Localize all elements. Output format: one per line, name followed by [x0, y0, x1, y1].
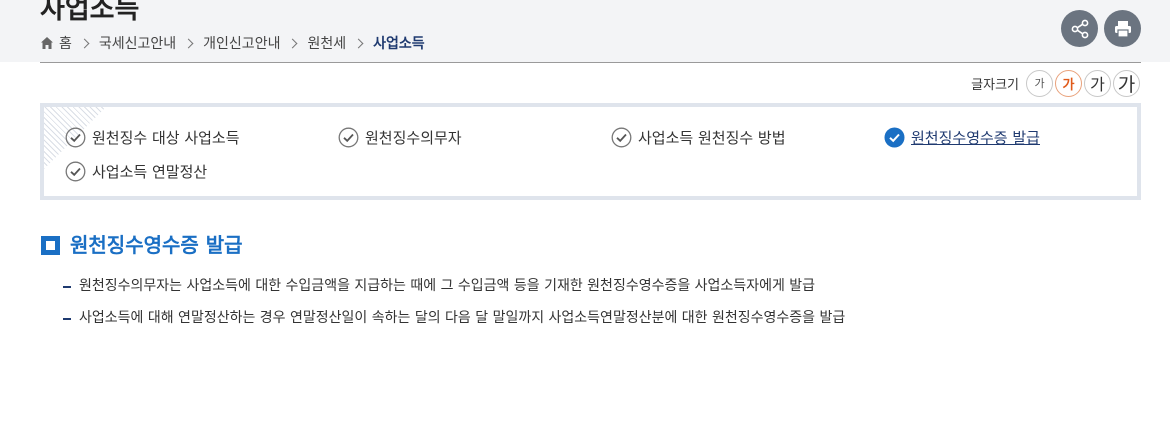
check-circle-icon [65, 161, 86, 182]
breadcrumb-item-personal-guide[interactable]: 개인신고안내 [203, 33, 280, 53]
print-icon [1114, 20, 1131, 38]
font-size-control: 글자크기 가 가 가 가 [971, 69, 1140, 97]
square-bullet-icon [41, 235, 60, 255]
breadcrumb: 홈 국세신고안내 개인신고안내 원천세 사업소득 [40, 33, 425, 53]
chevron-right-icon [79, 38, 90, 48]
chevron-right-icon [183, 38, 194, 48]
toc-item-label: 원천징수 대상 사업소득 [92, 129, 240, 147]
check-circle-icon [338, 127, 359, 148]
home-icon[interactable] [40, 36, 54, 50]
toc-item-withholding-agent[interactable]: 원천징수의무자 [338, 127, 462, 148]
dash-bullet-icon [63, 286, 71, 288]
section-heading-text: 원천징수영수증 발급 [70, 233, 243, 257]
description-list: 원천징수의무자는 사업소득에 대한 수입금액을 지급하는 때에 그 수입금액 등… [63, 276, 845, 340]
font-size-smaller-button[interactable]: 가 [1026, 69, 1053, 97]
check-circle-icon [65, 127, 86, 148]
share-button[interactable] [1061, 10, 1098, 47]
toc-item-label: 원천징수영수증 발급 [911, 129, 1040, 147]
breadcrumb-item-home[interactable]: 홈 [59, 33, 72, 53]
table-of-contents: 원천징수 대상 사업소득 원천징수의무자 사업소득 원천징수 방법 원천징수영수… [40, 103, 1141, 200]
toc-item-year-end-settlement[interactable]: 사업소득 연말정산 [65, 161, 207, 182]
breadcrumb-item-tax-guide[interactable]: 국세신고안내 [99, 33, 176, 53]
chevron-right-icon [288, 38, 298, 48]
page-title: 사업소득 [40, 0, 140, 25]
list-item-text: 사업소득에 대해 연말정산하는 경우 연말정산일이 속하는 달의 다음 달 말일… [79, 310, 846, 326]
breadcrumb-item-current: 사업소득 [373, 36, 425, 52]
toc-item-label: 원천징수의무자 [365, 129, 462, 147]
toc-item-withholding-method[interactable]: 사업소득 원천징수 방법 [611, 127, 786, 148]
list-item: 사업소득에 대해 연말정산하는 경우 연말정산일이 속하는 달의 다음 달 말일… [63, 308, 845, 340]
font-size-default-button[interactable]: 가 [1055, 69, 1082, 97]
list-item: 원천징수의무자는 사업소득에 대한 수입금액을 지급하는 때에 그 수입금액 등… [63, 276, 845, 308]
font-size-label: 글자크기 [971, 77, 1019, 93]
breadcrumb-item-withholding-tax[interactable]: 원천세 [307, 33, 346, 53]
print-button[interactable] [1104, 10, 1141, 47]
toc-item-receipt-issuance[interactable]: 원천징수영수증 발급 [884, 127, 1040, 148]
toc-item-label: 사업소득 연말정산 [92, 163, 208, 181]
section-heading: 원천징수영수증 발급 [41, 232, 243, 258]
chevron-right-icon [353, 38, 364, 48]
dash-bullet-icon [63, 318, 71, 320]
header-divider [40, 62, 1141, 63]
font-size-larger-button[interactable]: 가 [1084, 69, 1111, 97]
share-icon [1071, 19, 1088, 38]
toc-item-label: 사업소득 원천징수 방법 [638, 129, 786, 147]
font-size-largest-button[interactable]: 가 [1113, 69, 1140, 97]
toc-item-withholding-target[interactable]: 원천징수 대상 사업소득 [65, 127, 240, 148]
list-item-text: 원천징수의무자는 사업소득에 대한 수입금액을 지급하는 때에 그 수입금액 등… [79, 278, 816, 294]
check-circle-filled-icon [884, 127, 905, 148]
check-circle-icon [611, 127, 632, 148]
